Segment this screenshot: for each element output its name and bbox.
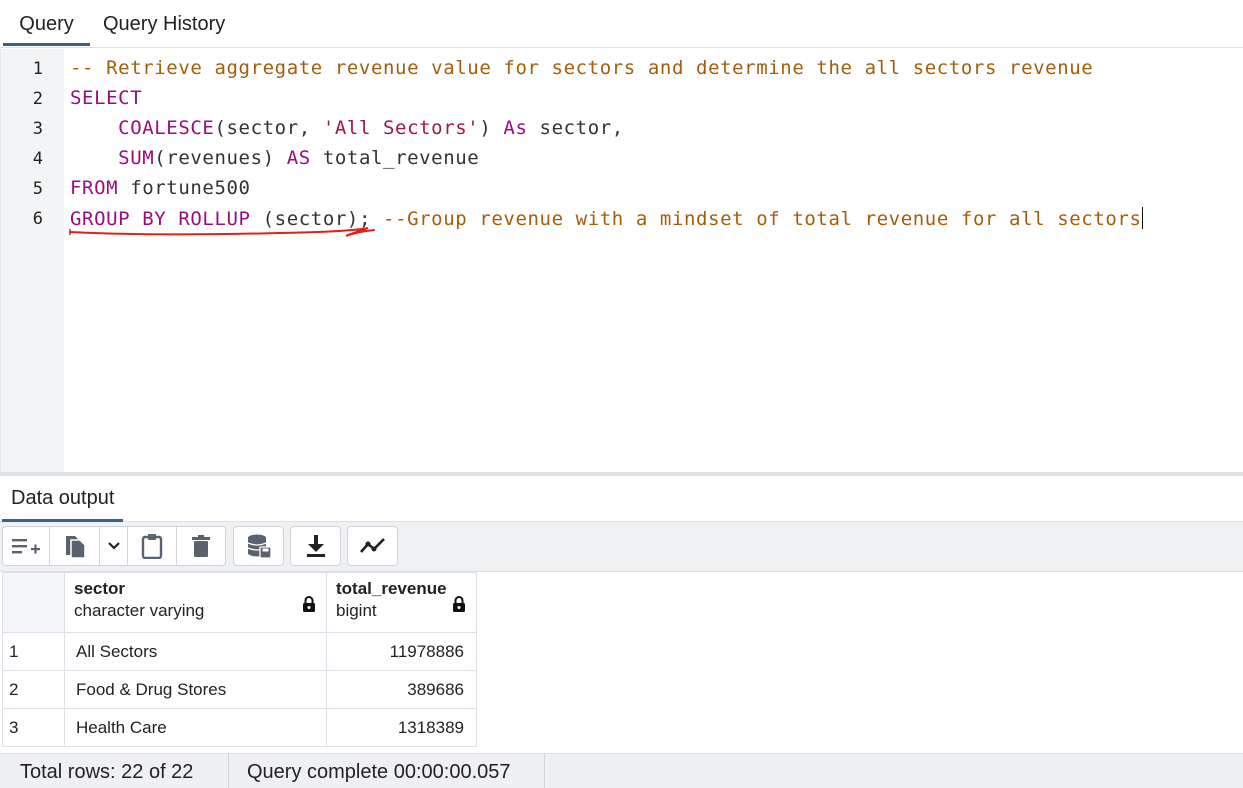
- sql-string: 'All Sectors': [322, 117, 480, 139]
- sql-function: SUM: [118, 147, 155, 169]
- copy-options-dropdown[interactable]: [100, 527, 128, 565]
- code-line-1: -- Retrieve aggregate revenue value for …: [70, 57, 1093, 79]
- lock-icon: [453, 596, 465, 612]
- sql-function: COALESCE: [118, 117, 215, 139]
- tab-query-history[interactable]: Query History: [103, 0, 225, 46]
- column-name: sector: [74, 579, 126, 598]
- sql-comment: --Group revenue with a mindset of total …: [383, 208, 1142, 230]
- query-tabs-bar: Query Query History: [0, 0, 1243, 48]
- lock-icon: [303, 596, 315, 612]
- sql-identifier: sector,: [527, 117, 624, 139]
- line-number: 3: [32, 119, 43, 139]
- chevron-down-icon: [107, 542, 120, 550]
- row-number[interactable]: 1: [2, 632, 65, 671]
- line-number: 5: [32, 179, 43, 199]
- cell-total-revenue[interactable]: 1318389: [326, 708, 477, 747]
- graph-group: [347, 526, 398, 566]
- cell-total-revenue[interactable]: 389686: [326, 670, 477, 709]
- line-number: 1: [32, 59, 43, 79]
- tab-query[interactable]: Query: [3, 0, 90, 46]
- tab-data-output[interactable]: Data output: [2, 476, 123, 522]
- paste-icon: [141, 534, 163, 559]
- graph-visualiser-button[interactable]: [348, 527, 397, 565]
- copy-button[interactable]: [50, 527, 100, 565]
- download-group: [290, 526, 341, 566]
- column-header-sector[interactable]: sector character varying: [64, 572, 327, 633]
- cell-sector[interactable]: All Sectors: [64, 632, 327, 671]
- row-number-header[interactable]: [2, 572, 65, 633]
- delete-button[interactable]: [177, 527, 225, 565]
- column-type: character varying: [74, 601, 205, 620]
- line-number: 6: [32, 209, 43, 229]
- delete-icon: [192, 535, 210, 557]
- grid-header-row: sector character varying total_revenue b…: [2, 572, 477, 633]
- paste-button[interactable]: [128, 527, 177, 565]
- sql-args: (revenues): [154, 147, 287, 169]
- code-line-3: COALESCE(sector, 'All Sectors') As secto…: [70, 117, 624, 139]
- code-area[interactable]: -- Retrieve aggregate revenue value for …: [70, 49, 1240, 472]
- sql-keyword: FROM: [70, 177, 119, 199]
- status-bar: Total rows: 22 of 22 Query complete 00:0…: [0, 753, 1243, 788]
- results-grid: sector character varying total_revenue b…: [2, 572, 477, 747]
- table-row[interactable]: 1 All Sectors 11978886: [2, 632, 477, 671]
- output-tabs-bar: Data output: [0, 476, 1243, 522]
- line-number: 4: [32, 149, 43, 169]
- graph-icon: [359, 538, 385, 553]
- download-icon: [306, 535, 325, 557]
- table-row[interactable]: 2 Food & Drug Stores 389686: [2, 670, 477, 709]
- add-row-button[interactable]: [3, 527, 50, 565]
- sql-identifier: total_revenue: [310, 147, 480, 169]
- line-number-gutter: 1 2 3 4 5 6: [0, 49, 64, 472]
- add-row-icon: [12, 539, 40, 554]
- table-row[interactable]: 3 Health Care 1318389: [2, 708, 477, 747]
- code-line-5: FROM fortune500: [70, 177, 251, 199]
- save-data-icon: [247, 534, 272, 559]
- row-number[interactable]: 2: [2, 670, 65, 709]
- data-output-toolbar: [0, 522, 1243, 572]
- sql-paren: ): [479, 117, 504, 139]
- sql-keyword: AS: [286, 147, 311, 169]
- line-number: 2: [32, 89, 43, 109]
- save-data-button[interactable]: [234, 527, 283, 565]
- sql-args: (sector,: [214, 117, 323, 139]
- total-rows-status: Total rows: 22 of 22: [0, 754, 229, 788]
- download-button[interactable]: [291, 527, 340, 565]
- sql-comment: -- Retrieve aggregate revenue value for …: [70, 57, 1094, 79]
- save-data-group: [233, 526, 284, 566]
- sql-keyword: As: [503, 117, 528, 139]
- row-number[interactable]: 3: [2, 708, 65, 747]
- sql-identifier: fortune500: [118, 177, 251, 199]
- edit-button-group: [2, 526, 226, 566]
- code-line-4: SUM(revenues) AS total_revenue: [70, 147, 479, 169]
- cell-sector[interactable]: Health Care: [64, 708, 327, 747]
- code-line-2: SELECT: [70, 87, 142, 109]
- sql-keyword: SELECT: [70, 87, 143, 109]
- copy-icon: [65, 536, 86, 559]
- cell-sector[interactable]: Food & Drug Stores: [64, 670, 327, 709]
- sql-editor[interactable]: 1 2 3 4 5 6 -- Retrieve aggregate revenu…: [0, 49, 1243, 472]
- cell-total-revenue[interactable]: 11978886: [326, 632, 477, 671]
- query-complete-status: Query complete 00:00:00.057: [229, 754, 545, 788]
- column-header-total-revenue[interactable]: total_revenue bigint: [326, 572, 477, 633]
- text-cursor: [1141, 207, 1143, 229]
- error-squiggle-underline: [69, 227, 375, 237]
